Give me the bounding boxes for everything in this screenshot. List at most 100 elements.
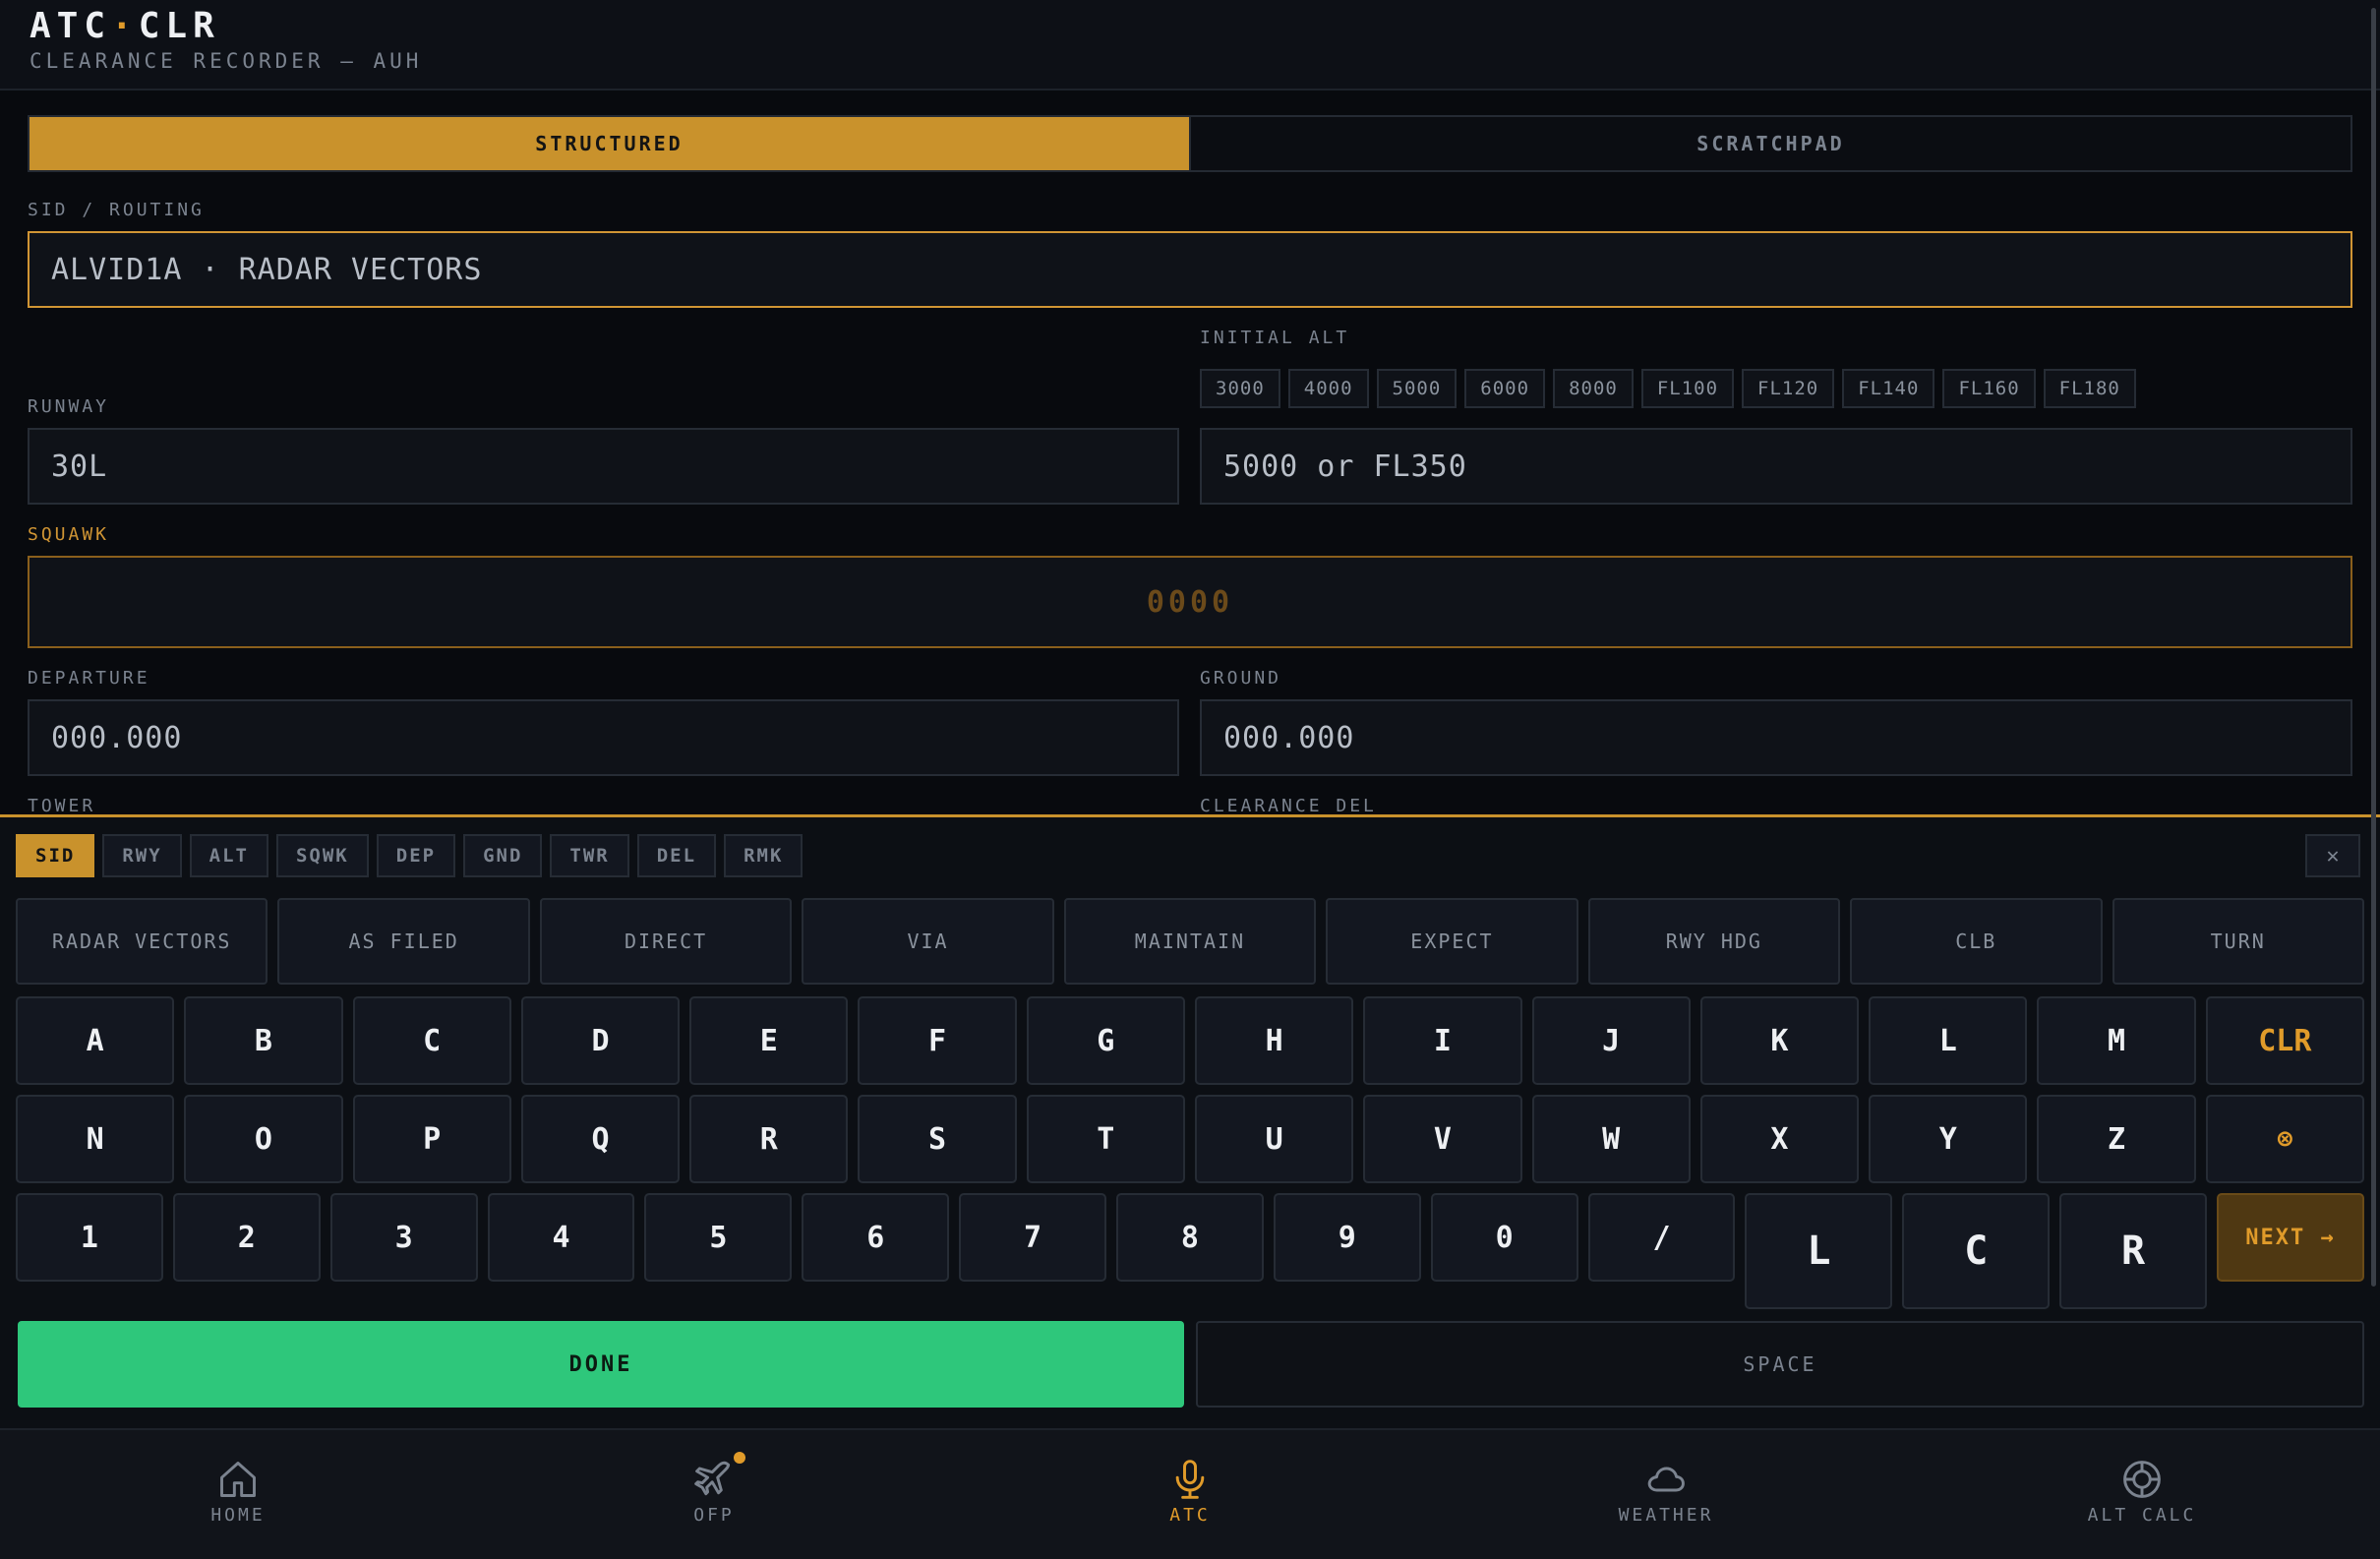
mic-icon: [1175, 1460, 1205, 1499]
field-tab-gnd[interactable]: GND: [463, 834, 543, 877]
field-tab-rwy[interactable]: RWY: [102, 834, 182, 877]
alt-chip[interactable]: FL100: [1640, 369, 1735, 408]
letter-key[interactable]: H: [1194, 996, 1354, 1085]
field-tab-del[interactable]: DEL: [636, 834, 717, 877]
alt-chip[interactable]: FL120: [1742, 369, 1835, 408]
clear-key[interactable]: CLR: [2205, 996, 2364, 1085]
letter-key[interactable]: Q: [520, 1095, 681, 1183]
nav-atc[interactable]: ATC: [952, 1430, 1428, 1559]
digit-key[interactable]: 3: [329, 1193, 478, 1282]
phrase-button[interactable]: MAINTAIN: [1063, 898, 1317, 985]
app-header: ATC·CLR CLEARANCE RECORDER — AUH: [0, 0, 2380, 90]
letter-key[interactable]: X: [1699, 1095, 1860, 1183]
alt-chip[interactable]: 3000: [1200, 369, 1280, 408]
letter-key[interactable]: Z: [2037, 1095, 2196, 1183]
digit-key[interactable]: 2: [172, 1193, 321, 1282]
letter-key[interactable]: J: [1531, 996, 1691, 1085]
digit-key[interactable]: 9: [1273, 1193, 1421, 1282]
ground-freq-input[interactable]: 000.000: [1200, 699, 2352, 776]
field-tab-sid[interactable]: SID: [16, 834, 95, 877]
scrollbar[interactable]: [2371, 8, 2376, 1287]
tab-scratchpad[interactable]: SCRATCHPAD: [1189, 117, 2350, 170]
digit-key[interactable]: 7: [959, 1193, 1107, 1282]
digit-key[interactable]: 4: [487, 1193, 635, 1282]
next-field-button[interactable]: NEXT →: [2217, 1193, 2364, 1282]
letter-key[interactable]: L: [1869, 996, 2028, 1085]
tab-structured[interactable]: STRUCTURED: [30, 117, 1189, 170]
letter-key[interactable]: S: [858, 1095, 1017, 1183]
phrase-button[interactable]: TURN: [2112, 898, 2364, 985]
close-keyboard-button[interactable]: ✕: [2305, 834, 2360, 877]
initial-alt-input[interactable]: 5000 or FL350: [1200, 428, 2352, 505]
close-icon: ✕: [2326, 843, 2340, 869]
letter-key[interactable]: O: [184, 1095, 343, 1183]
letter-key[interactable]: A: [16, 996, 175, 1085]
backspace-icon: ⊗: [2277, 1124, 2293, 1154]
alt-chip[interactable]: FL140: [1842, 369, 1935, 408]
letter-key[interactable]: B: [184, 996, 343, 1085]
slash-key[interactable]: /: [1587, 1193, 1736, 1282]
phrase-button[interactable]: RWY HDG: [1587, 898, 1841, 985]
alt-chip[interactable]: 5000: [1376, 369, 1458, 408]
plane-icon: [694, 1461, 731, 1496]
departure-freq-input[interactable]: 000.000: [28, 699, 1179, 776]
letter-key[interactable]: F: [858, 996, 1017, 1085]
alt-chip[interactable]: 4000: [1287, 369, 1369, 408]
done-button[interactable]: DONE: [18, 1321, 1184, 1408]
phrase-button[interactable]: RADAR VECTORS: [16, 898, 268, 985]
digit-key[interactable]: 6: [802, 1193, 950, 1282]
letter-key[interactable]: Y: [1869, 1095, 2028, 1183]
field-tab-sqwk[interactable]: SQWK: [275, 834, 369, 877]
phrase-button[interactable]: VIA: [802, 898, 1054, 985]
letter-key[interactable]: R: [689, 1095, 849, 1183]
runway-left-key[interactable]: L: [1745, 1193, 1893, 1309]
phrase-button[interactable]: EXPECT: [1326, 898, 1578, 985]
backspace-key[interactable]: ⊗: [2205, 1095, 2364, 1183]
runway-right-key[interactable]: R: [2059, 1193, 2208, 1309]
notification-badge: [734, 1452, 745, 1464]
alt-chip[interactable]: 8000: [1553, 369, 1634, 408]
home-icon: [220, 1462, 256, 1497]
phrase-button[interactable]: CLB: [1850, 898, 2103, 985]
squawk-input[interactable]: 0000: [28, 556, 2352, 648]
sid-label: SID / ROUTING: [28, 200, 205, 220]
sid-input[interactable]: ALVID1A · RADAR VECTORS: [28, 231, 2352, 308]
digit-key[interactable]: 8: [1116, 1193, 1264, 1282]
ground-label: GROUND: [1200, 668, 1282, 689]
letter-key[interactable]: E: [689, 996, 849, 1085]
letter-key[interactable]: C: [352, 996, 511, 1085]
phrase-button[interactable]: DIRECT: [539, 898, 793, 985]
letter-key[interactable]: W: [1531, 1095, 1691, 1183]
letter-key[interactable]: N: [16, 1095, 175, 1183]
digit-key[interactable]: 0: [1430, 1193, 1578, 1282]
digit-key[interactable]: 1: [16, 1193, 163, 1282]
squawk-label: SQUAWK: [28, 524, 110, 545]
field-tab-twr[interactable]: TWR: [550, 834, 629, 877]
letter-key[interactable]: K: [1699, 996, 1860, 1085]
letter-key[interactable]: I: [1363, 996, 1522, 1085]
letter-key[interactable]: P: [352, 1095, 511, 1183]
key-row-2: N O P Q R S T U V W X Y Z ⊗: [16, 1095, 2364, 1183]
letter-key[interactable]: T: [1026, 1095, 1185, 1183]
space-key[interactable]: SPACE: [1196, 1321, 2364, 1408]
field-tab-rmk[interactable]: RMK: [724, 834, 803, 877]
field-tab-alt[interactable]: ALT: [189, 834, 268, 877]
field-tab-dep[interactable]: DEP: [376, 834, 456, 877]
letter-key[interactable]: U: [1194, 1095, 1354, 1183]
phrase-button[interactable]: AS FILED: [277, 898, 530, 985]
alt-chip[interactable]: 6000: [1464, 369, 1546, 408]
nav-ofp[interactable]: OFP: [476, 1430, 952, 1559]
runway-center-key[interactable]: C: [1902, 1193, 2051, 1309]
letter-key[interactable]: D: [520, 996, 681, 1085]
letter-key[interactable]: G: [1026, 996, 1185, 1085]
nav-weather[interactable]: WEATHER: [1428, 1430, 1904, 1559]
digit-key[interactable]: 5: [644, 1193, 793, 1282]
runway-input[interactable]: 30L: [28, 428, 1179, 505]
app-subtitle: CLEARANCE RECORDER — AUH: [30, 49, 423, 73]
letter-key[interactable]: V: [1363, 1095, 1522, 1183]
nav-alt-calc[interactable]: ALT CALC: [1904, 1430, 2380, 1559]
nav-home[interactable]: HOME: [0, 1430, 476, 1559]
alt-chip[interactable]: FL160: [1942, 369, 2036, 408]
letter-key[interactable]: M: [2037, 996, 2196, 1085]
alt-chip[interactable]: FL180: [2043, 369, 2136, 408]
